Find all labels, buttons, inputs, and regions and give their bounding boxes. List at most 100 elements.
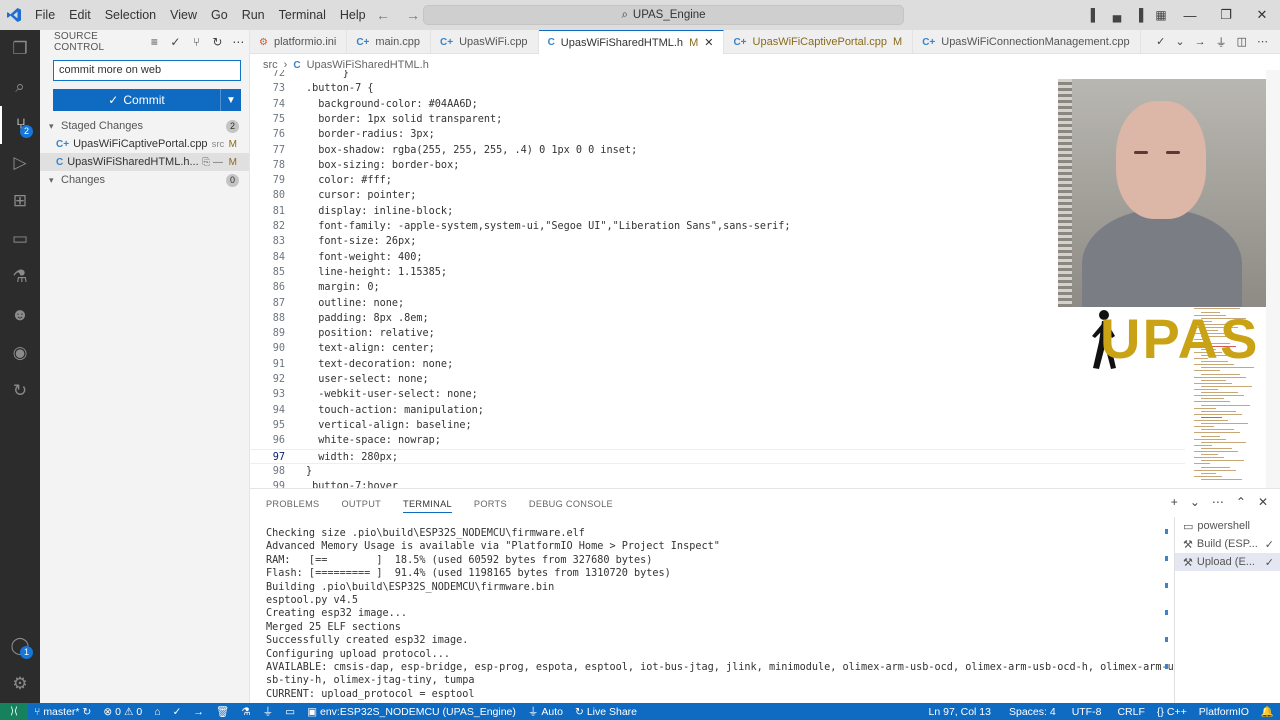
changes-section[interactable]: ▾ Changes 0 bbox=[40, 171, 249, 189]
unstage-icon[interactable]: — bbox=[213, 157, 223, 168]
test-icon[interactable]: ⚗ bbox=[235, 706, 256, 718]
code-line[interactable]: 85 line-height: 1.15385; bbox=[250, 265, 1185, 280]
code-line[interactable]: 73 .button-7 { bbox=[250, 81, 1185, 96]
code-line[interactable]: 79 color: #fff; bbox=[250, 173, 1185, 188]
forward-arrow-icon[interactable]: → bbox=[406, 7, 420, 23]
tab-problems[interactable]: PROBLEMS bbox=[266, 499, 319, 509]
branch-graph-icon[interactable]: ⑂ bbox=[186, 35, 207, 49]
menu-selection[interactable]: Selection bbox=[98, 0, 163, 30]
tab-upaswificaptiveportal-cpp[interactable]: C+ UpasWiFiCaptivePortal.cpp M bbox=[724, 30, 914, 54]
menu-terminal[interactable]: Terminal bbox=[272, 0, 333, 30]
code-line[interactable]: 72 } bbox=[250, 70, 1185, 81]
code-line[interactable]: 89 position: relative; bbox=[250, 326, 1185, 341]
terminal-output[interactable]: Checking size .pio\build\ESP32S_NODEMCU\… bbox=[266, 527, 1174, 701]
chevron-down-icon[interactable]: ⌄ bbox=[1190, 495, 1200, 509]
source-control-icon[interactable]: ⑂ 2 bbox=[0, 106, 40, 144]
code-line[interactable]: 87 outline: none; bbox=[250, 296, 1185, 311]
commit-button[interactable]: ✓ Commit bbox=[53, 89, 220, 111]
manage-gear-icon[interactable]: ⚙ bbox=[0, 665, 40, 703]
run-debug-icon[interactable]: ▷ bbox=[0, 144, 40, 182]
commit-check-icon[interactable]: ✓ bbox=[165, 35, 186, 49]
code-line[interactable]: 97 width: 280px; bbox=[250, 448, 1185, 464]
back-arrow-icon[interactable]: ← bbox=[376, 7, 390, 23]
customize-layout-icon[interactable]: ▦ bbox=[1150, 8, 1172, 22]
code-line[interactable]: 91 text-decoration: none; bbox=[250, 357, 1185, 372]
testing-icon[interactable]: ⚗ bbox=[0, 258, 40, 296]
code-line[interactable]: 74 background-color: #04AA6D; bbox=[250, 97, 1185, 112]
new-terminal-icon[interactable]: + bbox=[1171, 495, 1178, 509]
remote-explorer-icon[interactable]: ▭ bbox=[0, 220, 40, 258]
open-file-icon[interactable]: ⎘ bbox=[202, 157, 210, 168]
tab-main-cpp[interactable]: C+ main.cpp bbox=[347, 30, 432, 54]
close-panel-icon[interactable]: ✕ bbox=[1258, 495, 1268, 509]
extensions-icon[interactable]: ⊞ bbox=[0, 182, 40, 220]
line-ending[interactable]: CRLF bbox=[1107, 705, 1150, 718]
problems-indicator[interactable]: ⊗ 0 ⚠ 0 bbox=[97, 706, 148, 718]
sync-icon[interactable]: ↻ bbox=[83, 706, 92, 718]
split-editor-icon[interactable]: ◫ bbox=[1237, 35, 1247, 48]
menu-help[interactable]: Help bbox=[333, 0, 373, 30]
code-line[interactable]: 86 margin: 0; bbox=[250, 280, 1185, 295]
terminal-item-build[interactable]: ⚒ Build (ESP... ✓ bbox=[1175, 535, 1280, 553]
tab-upaswificonnectionmanagement-cpp[interactable]: C+ UpasWiFiConnectionManagement.cpp bbox=[913, 30, 1141, 54]
serial-monitor-icon[interactable]: ⏚ bbox=[1216, 34, 1227, 50]
live-share-button[interactable]: ↻ Live Share bbox=[569, 706, 643, 718]
language-mode[interactable]: {} C++ bbox=[1151, 705, 1193, 718]
toggle-secondary-sidebar-icon[interactable]: ▐ bbox=[1128, 8, 1150, 22]
commit-dropdown-button[interactable]: ▼ bbox=[220, 89, 241, 111]
commit-message-input[interactable]: commit more on web bbox=[53, 60, 241, 81]
close-window-icon[interactable]: ✕ bbox=[1244, 7, 1280, 23]
code-line[interactable]: 76 border-radius: 3px; bbox=[250, 127, 1185, 142]
menu-file[interactable]: File bbox=[28, 0, 62, 30]
code-line[interactable]: 75 border: 1px solid transparent; bbox=[250, 112, 1185, 127]
code-line[interactable]: 81 display: inline-block; bbox=[250, 204, 1185, 219]
code-line[interactable]: 99 button-7:hover bbox=[250, 479, 1185, 488]
code-line[interactable]: 88 padding: 8px .8em; bbox=[250, 311, 1185, 326]
tab-upaswifisharedhtml-h[interactable]: C UpasWiFiSharedHTML.h M ✕ bbox=[538, 30, 725, 54]
more-actions-icon[interactable]: ⋯ bbox=[1212, 495, 1224, 509]
tab-ports[interactable]: PORTS bbox=[474, 499, 507, 509]
menu-go[interactable]: Go bbox=[204, 0, 235, 30]
code-line[interactable]: 93 -webkit-user-select: none; bbox=[250, 387, 1185, 402]
restore-icon[interactable]: ❐ bbox=[1208, 7, 1244, 23]
tab-terminal[interactable]: TERMINAL bbox=[403, 499, 452, 513]
command-center-search[interactable]: ⌕ UPAS_Engine bbox=[423, 5, 904, 25]
staged-changes-section[interactable]: ▾ Staged Changes 2 bbox=[40, 117, 249, 135]
code-line[interactable]: 78 box-sizing: border-box; bbox=[250, 158, 1185, 173]
maximize-panel-icon[interactable]: ⌃ bbox=[1236, 495, 1246, 509]
tab-platformio-ini[interactable]: ⚙ platformio.ini bbox=[250, 30, 348, 54]
refresh-icon[interactable]: ↻ bbox=[207, 35, 228, 49]
serial-monitor-icon[interactable]: ⏚ bbox=[257, 704, 280, 719]
terminal-icon[interactable]: ▭ bbox=[279, 706, 301, 718]
explorer-icon[interactable]: ❐ bbox=[0, 30, 40, 68]
code-line[interactable]: 84 font-weight: 400; bbox=[250, 250, 1185, 265]
editor-scrollbar[interactable] bbox=[1266, 70, 1280, 488]
code-line[interactable]: 94 touch-action: manipulation; bbox=[250, 403, 1185, 418]
more-actions-icon[interactable]: ⋯ bbox=[228, 35, 249, 49]
tab-upaswifi-cpp[interactable]: C+ UpasWiFi.cpp bbox=[431, 30, 539, 54]
auto-port-indicator[interactable]: ⏚ Auto bbox=[522, 704, 569, 719]
cursor-position[interactable]: Ln 97, Col 13 bbox=[923, 705, 997, 718]
clean-icon[interactable]: 🗑 bbox=[210, 705, 235, 718]
remote-indicator-icon[interactable]: ⟩⟨ bbox=[0, 703, 28, 720]
view-as-list-icon[interactable]: ≡ bbox=[144, 35, 165, 49]
build-icon[interactable]: ✓ bbox=[167, 706, 188, 718]
menu-run[interactable]: Run bbox=[235, 0, 272, 30]
code-line[interactable]: 90 text-align: center; bbox=[250, 341, 1185, 356]
branch-indicator[interactable]: ⑂ master* ↻ bbox=[28, 706, 97, 718]
chevron-down-icon[interactable]: ⌄ bbox=[1175, 35, 1184, 48]
menu-edit[interactable]: Edit bbox=[62, 0, 98, 30]
toggle-sidebar-icon[interactable]: ▌ bbox=[1084, 8, 1106, 22]
code-line[interactable]: 77 box-shadow: rgba(255, 255, 255, .4) 0… bbox=[250, 143, 1185, 158]
staged-file-row[interactable]: C+ UpasWiFiCaptivePortal.cpp src M bbox=[40, 135, 249, 153]
minimize-icon[interactable]: — bbox=[1172, 8, 1208, 23]
staged-file-row[interactable]: C UpasWiFiSharedHTML.h... ⎘ — M bbox=[40, 153, 249, 171]
code-line[interactable]: 98} bbox=[250, 464, 1185, 479]
close-tab-icon[interactable]: ✕ bbox=[704, 36, 713, 49]
notifications-bell-icon[interactable]: 🔔 bbox=[1255, 705, 1280, 718]
search-activity-icon[interactable]: ⌕ bbox=[0, 68, 40, 106]
platformio-build-icon[interactable]: → bbox=[1195, 36, 1206, 48]
github-icon[interactable]: ◉ bbox=[0, 334, 40, 372]
tab-output[interactable]: OUTPUT bbox=[341, 499, 381, 509]
project-env-indicator[interactable]: ▣ env:ESP32S_NODEMCU (UPAS_Engine) bbox=[301, 706, 522, 718]
